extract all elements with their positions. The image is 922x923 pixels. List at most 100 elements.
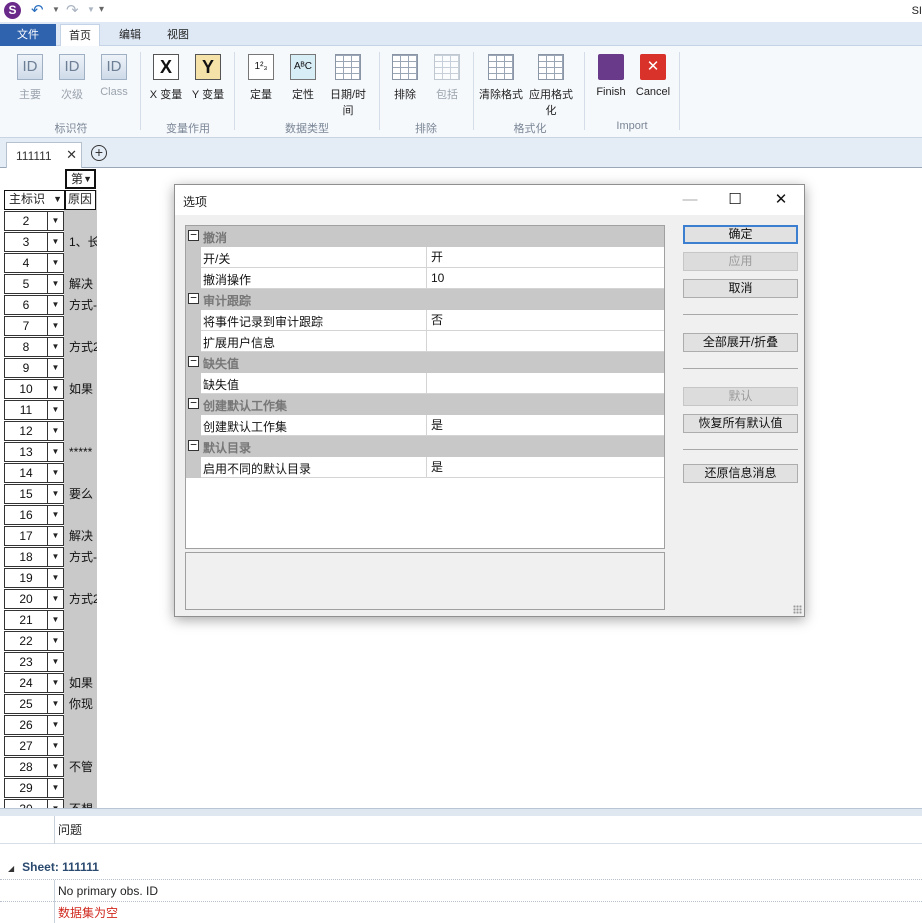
minimize-icon[interactable]: — xyxy=(675,188,705,212)
reason-cell[interactable] xyxy=(69,317,97,335)
undo-dropdown-icon[interactable]: ▼ xyxy=(52,5,60,14)
row-header[interactable]: 11 ▼ xyxy=(4,400,64,420)
sheet-tab[interactable]: 111111 ✕ xyxy=(6,142,82,168)
property-row[interactable]: 缺失值 xyxy=(186,373,664,394)
chevron-down-icon[interactable]: ▼ xyxy=(47,233,63,251)
row-header[interactable]: 25 ▼ xyxy=(4,694,64,714)
reason-cell[interactable]: 1、长 xyxy=(69,233,97,251)
property-grid[interactable]: − 撤消 开/关开撤消操作 10− 审计跟踪 将事件记录到审计跟踪否扩展用户信息 − 缺失值缺… xyxy=(185,225,665,549)
chevron-down-icon[interactable]: ▼ xyxy=(47,338,63,356)
apply-button[interactable]: 应用 xyxy=(683,252,798,271)
chevron-down-icon[interactable]: ▼ xyxy=(47,758,63,776)
chevron-down-icon[interactable]: ▼ xyxy=(47,254,63,272)
property-value[interactable] xyxy=(426,331,664,352)
reason-cell[interactable] xyxy=(69,737,97,755)
reason-cell[interactable] xyxy=(69,422,97,440)
property-value[interactable]: 否 xyxy=(426,310,664,331)
chevron-down-icon[interactable]: ▼ xyxy=(47,569,63,587)
chevron-down-icon[interactable]: ▼ xyxy=(47,611,63,629)
row-header[interactable]: 10 ▼ xyxy=(4,379,64,399)
reason-cell[interactable] xyxy=(69,506,97,524)
collapse-toggle-icon[interactable]: − xyxy=(188,229,199,241)
property-value[interactable]: 是 xyxy=(426,415,664,436)
property-value[interactable]: 10 xyxy=(426,268,664,289)
row-header[interactable]: 9 ▼ xyxy=(4,358,64,378)
row-header[interactable]: 3 ▼ xyxy=(4,232,64,252)
row-header[interactable]: 27 ▼ xyxy=(4,736,64,756)
collapse-triangle-icon[interactable]: ◢ xyxy=(8,864,14,873)
row-header[interactable]: 30▼ xyxy=(4,799,64,808)
chevron-down-icon[interactable]: ▼ xyxy=(47,674,63,692)
chevron-down-icon[interactable]: ▼ xyxy=(47,485,63,503)
resize-grip-icon[interactable] xyxy=(793,605,802,614)
cancel-import-button[interactable]: ✕ Cancel xyxy=(634,54,672,98)
dialog-title-bar[interactable]: 选项 — ☐ ✕ xyxy=(175,185,804,215)
reason-cell[interactable]: 方式- xyxy=(69,548,97,566)
exclude-button[interactable]: 排除 xyxy=(389,54,421,102)
reason-cell[interactable] xyxy=(69,359,97,377)
tab-file[interactable]: 文件 xyxy=(0,24,56,46)
secondary-id-button[interactable]: ID 次级 xyxy=(56,54,88,102)
y-variable-button[interactable]: Y Y 变量 xyxy=(190,54,226,102)
reason-cell[interactable]: 方式2 xyxy=(69,338,97,356)
default-button[interactable]: 默认 xyxy=(683,387,798,406)
chevron-down-icon[interactable]: ▼ xyxy=(47,590,63,608)
include-button[interactable]: 包括 xyxy=(431,54,463,102)
chevron-down-icon[interactable]: ▼ xyxy=(47,443,63,461)
row-header[interactable]: 21 ▼ xyxy=(4,610,64,630)
restore-info-messages-button[interactable]: 还原信息消息 xyxy=(683,464,798,483)
property-category[interactable]: − 默认目录 xyxy=(186,436,664,457)
reason-cell[interactable] xyxy=(69,632,97,650)
chevron-down-icon[interactable]: ▼ xyxy=(47,653,63,671)
chevron-down-icon[interactable]: ▼ xyxy=(47,401,63,419)
issue-row[interactable]: No primary obs. ID xyxy=(0,879,922,902)
collapse-toggle-icon[interactable]: − xyxy=(188,397,199,409)
issue-row[interactable]: 数据集为空 xyxy=(0,901,922,923)
chevron-down-icon[interactable]: ▼ xyxy=(47,317,63,335)
row-header[interactable]: 17 ▼ xyxy=(4,526,64,546)
row-header[interactable]: 12 ▼ xyxy=(4,421,64,441)
qualitative-button[interactable]: AᴮC 定性 xyxy=(287,54,319,102)
id-column-header[interactable]: 主标识 ▼ xyxy=(4,190,65,210)
collapse-toggle-icon[interactable]: − xyxy=(188,439,199,451)
chevron-down-icon[interactable]: ▼ xyxy=(47,737,63,755)
chevron-down-icon[interactable]: ▼ xyxy=(47,716,63,734)
maximize-icon[interactable]: ☐ xyxy=(720,188,750,212)
row-header[interactable]: 14 ▼ xyxy=(4,463,64,483)
reason-cell[interactable] xyxy=(69,779,97,797)
tab-edit[interactable]: 编辑 xyxy=(110,24,150,46)
datetime-button[interactable]: 日期/时间 xyxy=(325,54,371,118)
row-header[interactable]: 20 ▼ xyxy=(4,589,64,609)
collapse-toggle-icon[interactable]: − xyxy=(188,355,199,367)
close-icon[interactable]: ✕ xyxy=(766,188,796,212)
reason-cell[interactable]: 方式- xyxy=(69,296,97,314)
reason-cell[interactable] xyxy=(69,653,97,671)
cancel-button[interactable]: 取消 xyxy=(683,279,798,298)
reason-cell[interactable]: 你现 xyxy=(69,695,97,713)
x-variable-button[interactable]: X X 变量 xyxy=(148,54,184,102)
reason-cell[interactable]: ***** xyxy=(69,443,97,461)
property-row[interactable]: 启用不同的默认目录 是 xyxy=(186,457,664,478)
row-header[interactable]: 4 ▼ xyxy=(4,253,64,273)
panel-splitter[interactable] xyxy=(0,808,922,816)
chevron-down-icon[interactable]: ▼ xyxy=(47,779,63,797)
row-header[interactable]: 22 ▼ xyxy=(4,631,64,651)
row-header[interactable]: 29 ▼ xyxy=(4,778,64,798)
chevron-down-icon[interactable]: ▼ xyxy=(47,380,63,398)
reason-cell[interactable] xyxy=(69,212,97,230)
redo-dropdown-icon[interactable]: ▼ xyxy=(87,5,95,14)
reason-cell[interactable]: 不管 xyxy=(69,758,97,776)
row-header[interactable]: 19 ▼ xyxy=(4,568,64,588)
chevron-down-icon[interactable]: ▼ xyxy=(47,695,63,713)
property-value[interactable] xyxy=(426,373,664,394)
apply-format-button[interactable]: 应用格式化 xyxy=(525,54,577,118)
property-row[interactable]: 创建默认工作集 是 xyxy=(186,415,664,436)
issues-sheet-group[interactable]: ◢ Sheet: 111111 xyxy=(8,860,99,874)
tab-view[interactable]: 视图 xyxy=(158,24,198,46)
reason-cell[interactable] xyxy=(69,401,97,419)
row-header[interactable]: 13 ▼ xyxy=(4,442,64,462)
add-sheet-icon[interactable]: + xyxy=(91,145,107,161)
finish-button[interactable]: Finish xyxy=(592,54,630,98)
chevron-down-icon[interactable]: ▼ xyxy=(47,359,63,377)
chevron-down-icon[interactable]: ▼ xyxy=(47,506,63,524)
